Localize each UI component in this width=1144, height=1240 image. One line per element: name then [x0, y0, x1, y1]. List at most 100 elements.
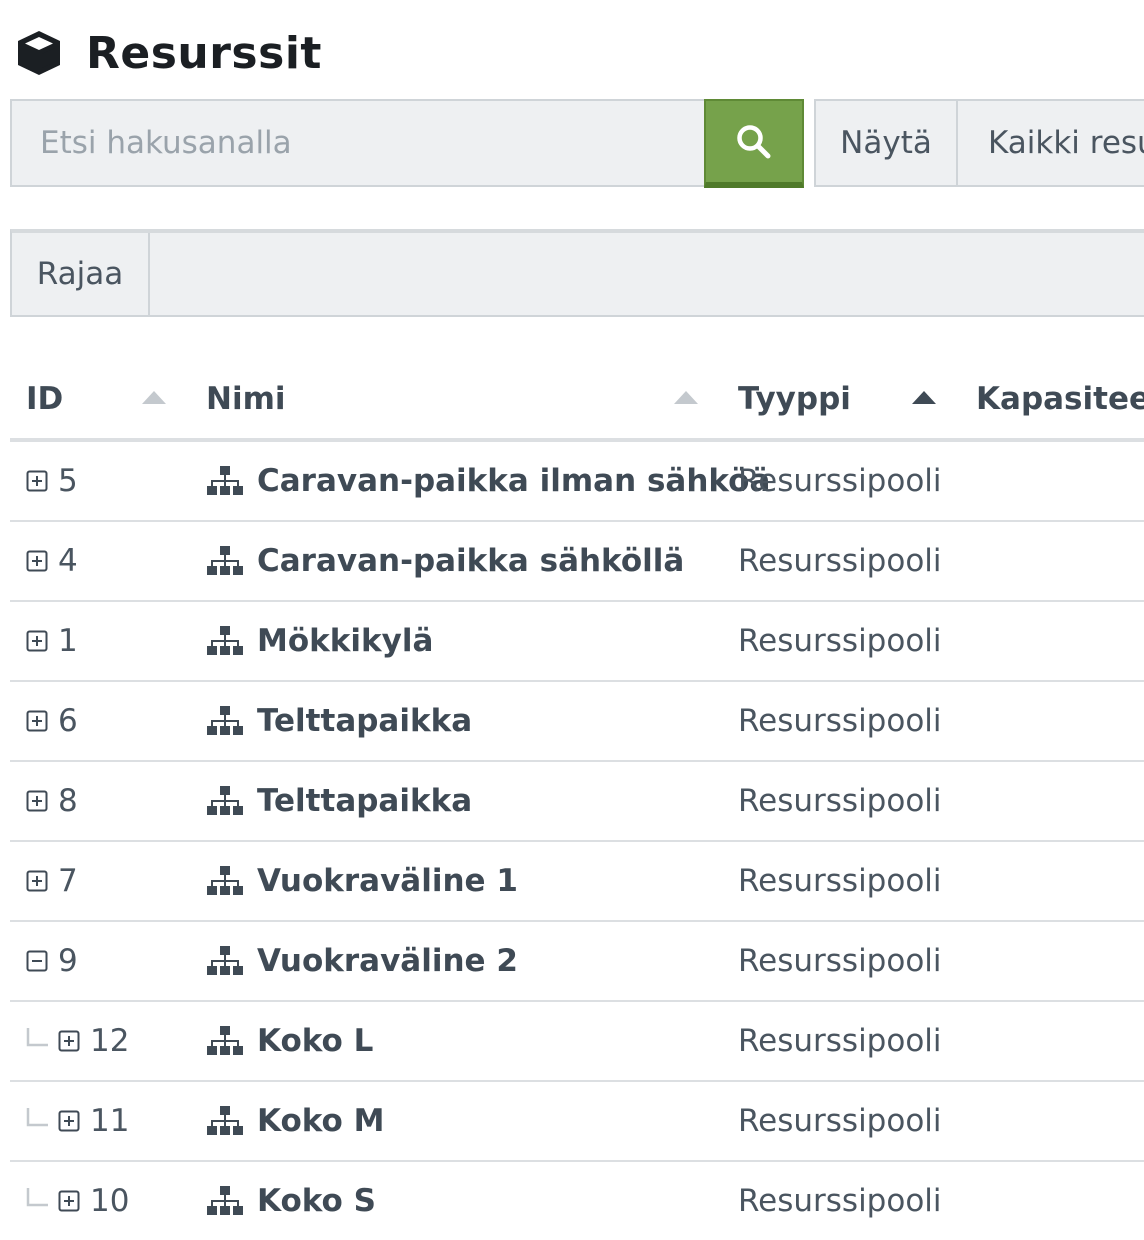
id-cell: 12	[58, 1002, 129, 1080]
type-cell: Resurssipooli	[738, 1162, 942, 1240]
expand-icon[interactable]	[58, 1110, 80, 1132]
resource-pool-icon	[207, 1106, 243, 1135]
resource-pool-icon	[207, 1026, 243, 1055]
expand-icon[interactable]	[26, 710, 48, 732]
type-cell: Resurssipooli	[738, 522, 942, 600]
resource-name[interactable]: Koko S	[257, 1183, 376, 1219]
type-cell: Resurssipooli	[738, 922, 942, 1000]
column-header-name[interactable]: Nimi	[206, 360, 286, 438]
type-cell: Resurssipooli	[738, 1082, 942, 1160]
resource-name[interactable]: Telttapaikka	[257, 783, 472, 819]
id-cell: 10	[58, 1162, 129, 1240]
expand-icon[interactable]	[26, 550, 48, 572]
name-cell[interactable]: Koko S	[207, 1162, 376, 1240]
table-row[interactable]: 6 Telttapaikka Resurssipooli	[10, 682, 1144, 762]
page-title: Resurssit	[86, 27, 322, 79]
table-row[interactable]: 12 Koko L Resurssipooli	[10, 1002, 1144, 1082]
resource-name[interactable]: Vuokraväline 1	[257, 863, 518, 899]
expand-icon[interactable]	[26, 870, 48, 892]
tree-branch-icon	[26, 1028, 48, 1047]
filter-area[interactable]	[150, 233, 1144, 315]
name-cell[interactable]: Mökkikylä	[207, 602, 433, 680]
resource-pool-icon	[207, 546, 243, 575]
id-cell: 1	[26, 602, 78, 680]
resource-id: 7	[58, 863, 78, 899]
resource-id: 9	[58, 943, 78, 979]
resource-name[interactable]: Caravan-paikka sähköllä	[257, 543, 684, 579]
resource-type: Resurssipooli	[738, 1103, 942, 1139]
table-body: 5 Caravan-paikka ilman sähköä Resurssipool…	[10, 442, 1144, 1240]
search-row: Näytä Kaikki resu	[10, 99, 1144, 188]
resource-name[interactable]: Caravan-paikka ilman sähköä	[257, 463, 770, 499]
resource-pool-icon	[207, 786, 243, 815]
search-input[interactable]	[10, 99, 704, 187]
table-row[interactable]: 9 Vuokraväline 2 Resurssipooli	[10, 922, 1144, 1002]
expand-icon[interactable]	[26, 790, 48, 812]
resource-id: 8	[58, 783, 78, 819]
filter-bar: Rajaa	[10, 229, 1144, 317]
table-row[interactable]: 1 Mökkikylä Resurssipooli	[10, 602, 1144, 682]
type-cell: Resurssipooli	[738, 1002, 942, 1080]
resource-pool-icon	[207, 706, 243, 735]
resource-name[interactable]: Koko M	[257, 1103, 385, 1139]
resource-type: Resurssipooli	[738, 543, 942, 579]
name-cell[interactable]: Vuokraväline 1	[207, 842, 518, 920]
resource-name[interactable]: Mökkikylä	[257, 623, 433, 659]
resource-type: Resurssipooli	[738, 463, 942, 499]
sort-arrow-name-icon[interactable]	[674, 391, 698, 404]
resource-id: 4	[58, 543, 78, 579]
column-header-id[interactable]: ID	[26, 360, 63, 438]
resource-id: 1	[58, 623, 78, 659]
resource-id: 12	[90, 1023, 130, 1059]
type-cell: Resurssipooli	[738, 682, 942, 760]
resource-id: 6	[58, 703, 78, 739]
id-cell: 8	[26, 762, 78, 840]
resource-type: Resurssipooli	[738, 1183, 942, 1219]
collapse-icon[interactable]	[26, 950, 48, 972]
name-cell[interactable]: Koko L	[207, 1002, 373, 1080]
table-row[interactable]: 4 Caravan-paikka sähköllä Resurssipooli	[10, 522, 1144, 602]
expand-icon[interactable]	[58, 1190, 80, 1212]
resource-name[interactable]: Koko L	[257, 1023, 373, 1059]
filter-button[interactable]: Rajaa	[12, 233, 150, 315]
resource-id: 5	[58, 463, 78, 499]
show-selector: Näytä Kaikki resu	[814, 99, 1144, 187]
resource-pool-icon	[207, 626, 243, 655]
name-cell[interactable]: Vuokraväline 2	[207, 922, 518, 1000]
column-header-capacity[interactable]: Kapasiteett	[976, 360, 1144, 438]
name-cell[interactable]: Telttapaikka	[207, 762, 472, 840]
expand-icon[interactable]	[26, 630, 48, 652]
resource-name[interactable]: Telttapaikka	[257, 703, 472, 739]
resource-name[interactable]: Vuokraväline 2	[257, 943, 518, 979]
name-cell[interactable]: Caravan-paikka sähköllä	[207, 522, 684, 600]
resource-type: Resurssipooli	[738, 943, 942, 979]
sort-arrow-id-icon[interactable]	[142, 391, 166, 404]
resource-pool-icon	[207, 866, 243, 895]
type-cell: Resurssipooli	[738, 442, 942, 520]
table-header: ID Nimi Tyyppi Kapasiteett	[10, 360, 1144, 442]
resource-pool-icon	[207, 466, 243, 495]
show-select[interactable]: Kaikki resu	[958, 101, 1144, 185]
table-row[interactable]: 7 Vuokraväline 1 Resurssipooli	[10, 842, 1144, 922]
resource-type: Resurssipooli	[738, 623, 942, 659]
id-cell: 4	[26, 522, 78, 600]
table-row[interactable]: 10 Koko S Resurssipooli	[10, 1162, 1144, 1240]
search-button[interactable]	[704, 99, 804, 188]
type-cell: Resurssipooli	[738, 762, 942, 840]
search-icon	[737, 124, 771, 158]
name-cell[interactable]: Telttapaikka	[207, 682, 472, 760]
sort-arrow-type-icon[interactable]	[912, 391, 936, 404]
column-header-type[interactable]: Tyyppi	[738, 360, 851, 438]
table-row[interactable]: 11 Koko M Resurssipooli	[10, 1082, 1144, 1162]
name-cell[interactable]: Koko M	[207, 1082, 385, 1160]
tree-branch-icon	[26, 1188, 48, 1207]
table-row[interactable]: 8 Telttapaikka Resurssipooli	[10, 762, 1144, 842]
table-row[interactable]: 5 Caravan-paikka ilman sähköä Resurssipool…	[10, 442, 1144, 522]
tree-branch-icon	[26, 1108, 48, 1127]
expand-icon[interactable]	[58, 1030, 80, 1052]
type-cell: Resurssipooli	[738, 842, 942, 920]
expand-icon[interactable]	[26, 470, 48, 492]
id-cell: 6	[26, 682, 78, 760]
name-cell[interactable]: Caravan-paikka ilman sähköä	[207, 442, 770, 520]
resource-type: Resurssipooli	[738, 703, 942, 739]
